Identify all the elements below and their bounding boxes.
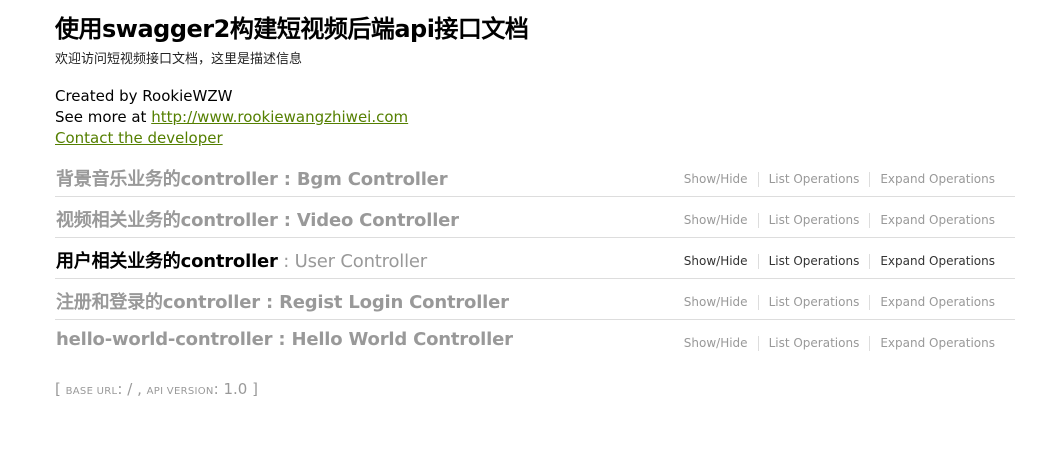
see-more-prefix: See more at xyxy=(55,108,152,126)
resource-separator: : xyxy=(277,210,297,231)
resource-separator: : xyxy=(277,169,297,190)
resource-desc: Video Controller xyxy=(296,210,459,231)
show-hide-button[interactable]: Show/Hide xyxy=(674,295,758,310)
list-operations-button[interactable]: List Operations xyxy=(757,295,870,310)
resource-desc: Bgm Controller xyxy=(296,169,448,190)
resource-name: 用户相关业务的controller xyxy=(56,251,278,272)
resource-separator: : xyxy=(272,329,292,350)
expand-operations-button[interactable]: Expand Operations xyxy=(869,213,1005,228)
show-hide-button[interactable]: Show/Hide xyxy=(674,254,758,269)
list-operations-button[interactable]: List Operations xyxy=(757,213,870,228)
see-more: See more at http://www.rookiewangzhiwei.… xyxy=(55,107,408,128)
resource-operations: Show/Hide List Operations Expand Operati… xyxy=(674,336,1005,351)
base-url-label: base url xyxy=(65,386,118,397)
expand-operations-button[interactable]: Expand Operations xyxy=(869,336,1005,351)
resource-bgm: 背景音乐业务的controller : Bgm Controller Show/… xyxy=(55,156,1015,197)
resource-video: 视频相关业务的controller : Video Controller Sho… xyxy=(55,197,1015,238)
api-footer: [ base url: / , api version: 1.0 ] xyxy=(55,380,258,398)
resource-title[interactable]: 背景音乐业务的controller : Bgm Controller xyxy=(56,165,448,191)
resource-operations: Show/Hide List Operations Expand Operati… xyxy=(674,254,1005,269)
contact-developer-link[interactable]: Contact the developer xyxy=(55,129,223,147)
resource-title[interactable]: 用户相关业务的controller : User Controller xyxy=(56,247,427,273)
show-hide-button[interactable]: Show/Hide xyxy=(674,336,758,351)
resource-operations: Show/Hide List Operations Expand Operati… xyxy=(674,213,1005,228)
resource-name: 视频相关业务的controller xyxy=(56,210,278,231)
resource-name: 注册和登录的controller xyxy=(56,292,260,313)
resource-desc: Regist Login Controller xyxy=(279,292,509,313)
resource-user: 用户相关业务的controller : User Controller Show… xyxy=(55,238,1015,279)
resource-title[interactable]: 视频相关业务的controller : Video Controller xyxy=(56,206,459,232)
show-hide-button[interactable]: Show/Hide xyxy=(674,172,758,187)
expand-operations-button[interactable]: Expand Operations xyxy=(869,172,1005,187)
expand-operations-button[interactable]: Expand Operations xyxy=(869,295,1005,310)
resource-operations: Show/Hide List Operations Expand Operati… xyxy=(674,295,1005,310)
resource-title[interactable]: hello-world-controller : Hello World Con… xyxy=(56,329,513,350)
list-operations-button[interactable]: List Operations xyxy=(757,172,870,187)
created-by: Created by RookieWZW xyxy=(55,87,233,105)
resource-desc: Hello World Controller xyxy=(291,329,513,350)
page-description: 欢迎访问短视频接口文档，这里是描述信息 xyxy=(55,52,303,67)
website-link[interactable]: http://www.rookiewangzhiwei.com xyxy=(151,108,408,126)
footer-open-bracket: [ xyxy=(55,380,66,398)
api-version-label: api version xyxy=(146,386,214,397)
resource-list: 背景音乐业务的controller : Bgm Controller Show/… xyxy=(55,156,1015,360)
resource-name: hello-world-controller xyxy=(56,329,273,350)
resource-name: 背景音乐业务的controller xyxy=(56,169,278,190)
list-operations-button[interactable]: List Operations xyxy=(757,336,870,351)
page-title: 使用swagger2构建短视频后端api接口文档 xyxy=(55,15,529,43)
resource-title[interactable]: 注册和登录的controller : Regist Login Controll… xyxy=(56,288,509,314)
resource-regist-login: 注册和登录的controller : Regist Login Controll… xyxy=(55,279,1015,320)
resource-desc: User Controller xyxy=(294,251,427,272)
resource-operations: Show/Hide List Operations Expand Operati… xyxy=(674,172,1005,187)
resource-separator: : xyxy=(259,292,280,313)
list-operations-button[interactable]: List Operations xyxy=(757,254,870,269)
base-url-value: : / , xyxy=(117,380,147,398)
resource-separator: : xyxy=(277,251,295,272)
show-hide-button[interactable]: Show/Hide xyxy=(674,213,758,228)
api-version-value: : 1.0 ] xyxy=(213,380,258,398)
resource-hello-world: hello-world-controller : Hello World Con… xyxy=(55,320,1015,360)
expand-operations-button[interactable]: Expand Operations xyxy=(869,254,1005,269)
info-block: Created by RookieWZW See more at http://… xyxy=(55,86,408,149)
